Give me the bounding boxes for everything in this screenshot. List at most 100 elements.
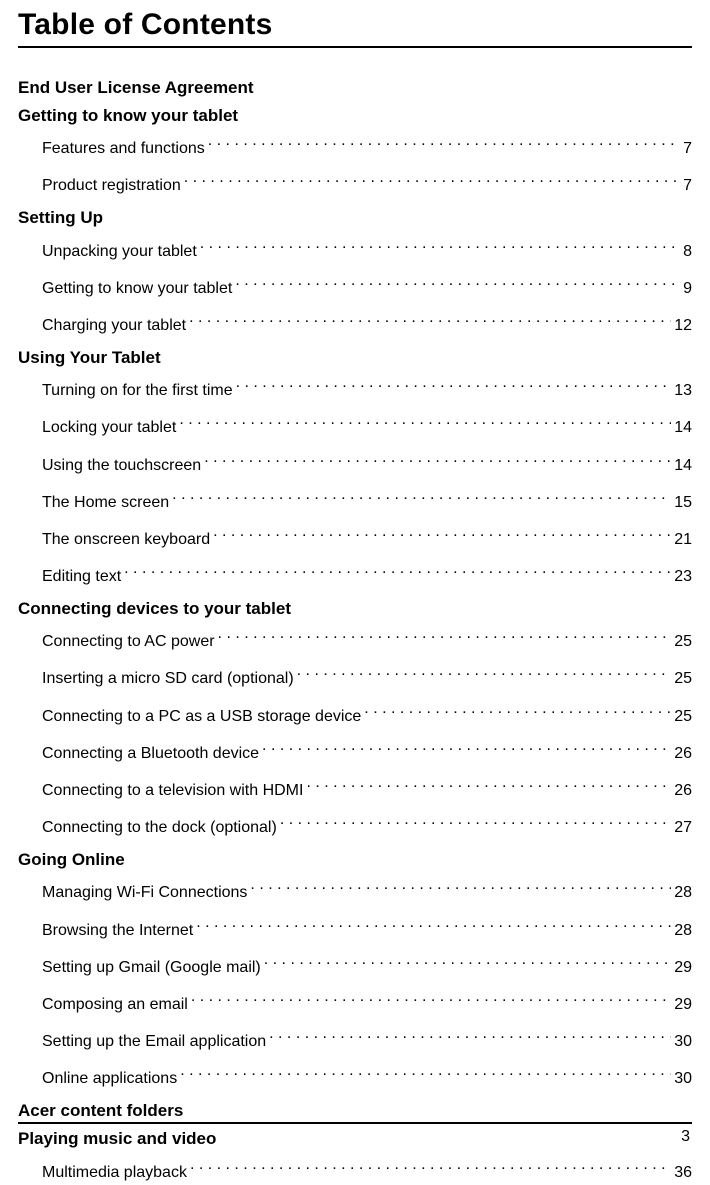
toc-entry-label: Composing an email <box>42 993 191 1017</box>
toc-entry-label: The onscreen keyboard <box>42 528 213 552</box>
dot-leader <box>235 274 680 293</box>
toc-entry-label: Features and functions <box>42 137 208 161</box>
toc-entry-page: 13 <box>671 379 692 403</box>
dot-leader <box>269 1027 671 1046</box>
toc-entry: Getting to know your tablet 9 <box>18 274 692 301</box>
toc-entry: Connecting to a PC as a USB storage devi… <box>18 701 692 728</box>
toc-entry-label: Connecting to AC power <box>42 630 218 654</box>
toc-entry: Online applications 30 <box>18 1064 692 1091</box>
dot-leader <box>191 990 671 1009</box>
section-heading: End User License Agreement <box>18 78 692 98</box>
section-heading: Going Online <box>18 850 692 870</box>
toc-entry-page: 8 <box>680 240 692 264</box>
dot-leader <box>208 134 680 153</box>
toc-entry: Editing text 23 <box>18 562 692 589</box>
toc-entry: Composing an email29 <box>18 990 692 1017</box>
toc-entry-label: Locking your tablet <box>42 416 179 440</box>
toc-entry: Connecting to AC power 25 <box>18 627 692 654</box>
toc-entry-label: Connecting a Bluetooth device <box>42 742 262 766</box>
toc-entry-label: Unpacking your tablet <box>42 240 200 264</box>
toc-entry: Turning on for the first time13 <box>18 376 692 403</box>
dot-leader <box>236 376 672 395</box>
toc-entry-label: Charging your tablet <box>42 314 189 338</box>
toc-entry-label: Getting to know your tablet <box>42 277 235 301</box>
toc-entry-label: Using the touchscreen <box>42 454 204 478</box>
toc-entry: The Home screen 15 <box>18 488 692 515</box>
toc-entry: The onscreen keyboard 21 <box>18 525 692 552</box>
dot-leader <box>179 413 671 432</box>
dot-leader <box>180 1064 671 1083</box>
toc-entry-label: Connecting to a PC as a USB storage devi… <box>42 705 364 729</box>
dot-leader <box>213 525 671 544</box>
toc-entry: Setting up Gmail (Google mail) 29 <box>18 953 692 980</box>
toc-entry-label: Setting up Gmail (Google mail) <box>42 956 264 980</box>
dot-leader <box>190 1157 671 1176</box>
toc-entry-page: 7 <box>680 137 692 161</box>
toc-entry-page: 23 <box>671 565 692 589</box>
toc-entry-label: Connecting to a television with HDMI <box>42 779 306 803</box>
toc-entry-page: 27 <box>671 816 692 840</box>
toc-entry: Connecting to a television with HDMI 26 <box>18 776 692 803</box>
toc-entry-label: Browsing the Internet <box>42 919 196 943</box>
toc-entry: Setting up the Email application 30 <box>18 1027 692 1054</box>
toc-entry-page: 25 <box>671 667 692 691</box>
toc-entry-label: Connecting to the dock (optional) <box>42 816 280 840</box>
toc-entry: Managing Wi-Fi Connections 28 <box>18 878 692 905</box>
section-heading: Acer content folders <box>18 1101 692 1121</box>
toc-entry-page: 36 <box>671 1161 692 1185</box>
toc-entry: Inserting a micro SD card (optional) 25 <box>18 664 692 691</box>
toc-entry: Multimedia playback36 <box>18 1157 692 1184</box>
footer-rule <box>18 1122 692 1124</box>
toc-entry-page: 14 <box>671 416 692 440</box>
dot-leader <box>306 776 671 795</box>
toc-entry-page: 15 <box>671 491 692 515</box>
toc-entry-page: 12 <box>671 314 692 338</box>
toc-entry-page: 9 <box>680 277 692 301</box>
toc-entry-label: Editing text <box>42 565 124 589</box>
dot-leader <box>124 562 671 581</box>
toc-body: End User License Agreement Getting to kno… <box>18 78 692 1185</box>
toc-entry-page: 26 <box>671 779 692 803</box>
toc-entry: Connecting to the dock (optional) 27 <box>18 813 692 840</box>
toc-entry-page: 30 <box>671 1067 692 1091</box>
dot-leader <box>250 878 671 897</box>
toc-entry-page: 21 <box>671 528 692 552</box>
toc-entry: Using the touchscreen14 <box>18 450 692 477</box>
toc-entry: Features and functions 7 <box>18 134 692 161</box>
toc-entry-label: Managing Wi-Fi Connections <box>42 881 250 905</box>
toc-entry-label: Inserting a micro SD card (optional) <box>42 667 297 691</box>
dot-leader <box>264 953 671 972</box>
dot-leader <box>218 627 672 646</box>
dot-leader <box>280 813 671 832</box>
toc-entry: Charging your tablet 12 <box>18 311 692 338</box>
toc-entry: Locking your tablet 14 <box>18 413 692 440</box>
toc-entry-label: Online applications <box>42 1067 180 1091</box>
toc-entry: Browsing the Internet 28 <box>18 915 692 942</box>
toc-entry-page: 28 <box>671 881 692 905</box>
section-heading: Playing music and video <box>18 1129 692 1149</box>
dot-leader <box>297 664 672 683</box>
section-heading: Using Your Tablet <box>18 348 692 368</box>
section-heading: Setting Up <box>18 208 692 228</box>
dot-leader <box>262 739 671 758</box>
page-title: Table of Contents <box>18 8 692 48</box>
toc-entry: Connecting a Bluetooth device 26 <box>18 739 692 766</box>
toc-entry-label: The Home screen <box>42 491 172 515</box>
page-number: 3 <box>681 1128 690 1146</box>
toc-entry-page: 28 <box>671 919 692 943</box>
section-heading: Connecting devices to your tablet <box>18 599 692 619</box>
toc-entry: Product registration7 <box>18 171 692 198</box>
toc-entry-page: 26 <box>671 742 692 766</box>
toc-entry-page: 29 <box>671 956 692 980</box>
toc-entry: Unpacking your tablet 8 <box>18 236 692 263</box>
toc-entry-page: 25 <box>671 630 692 654</box>
dot-leader <box>172 488 671 507</box>
toc-entry-page: 30 <box>671 1030 692 1054</box>
dot-leader <box>189 311 671 330</box>
toc-entry-label: Product registration <box>42 174 184 198</box>
dot-leader <box>184 171 680 190</box>
dot-leader <box>196 915 671 934</box>
toc-entry-label: Setting up the Email application <box>42 1030 269 1054</box>
dot-leader <box>200 236 680 255</box>
dot-leader <box>364 701 671 720</box>
